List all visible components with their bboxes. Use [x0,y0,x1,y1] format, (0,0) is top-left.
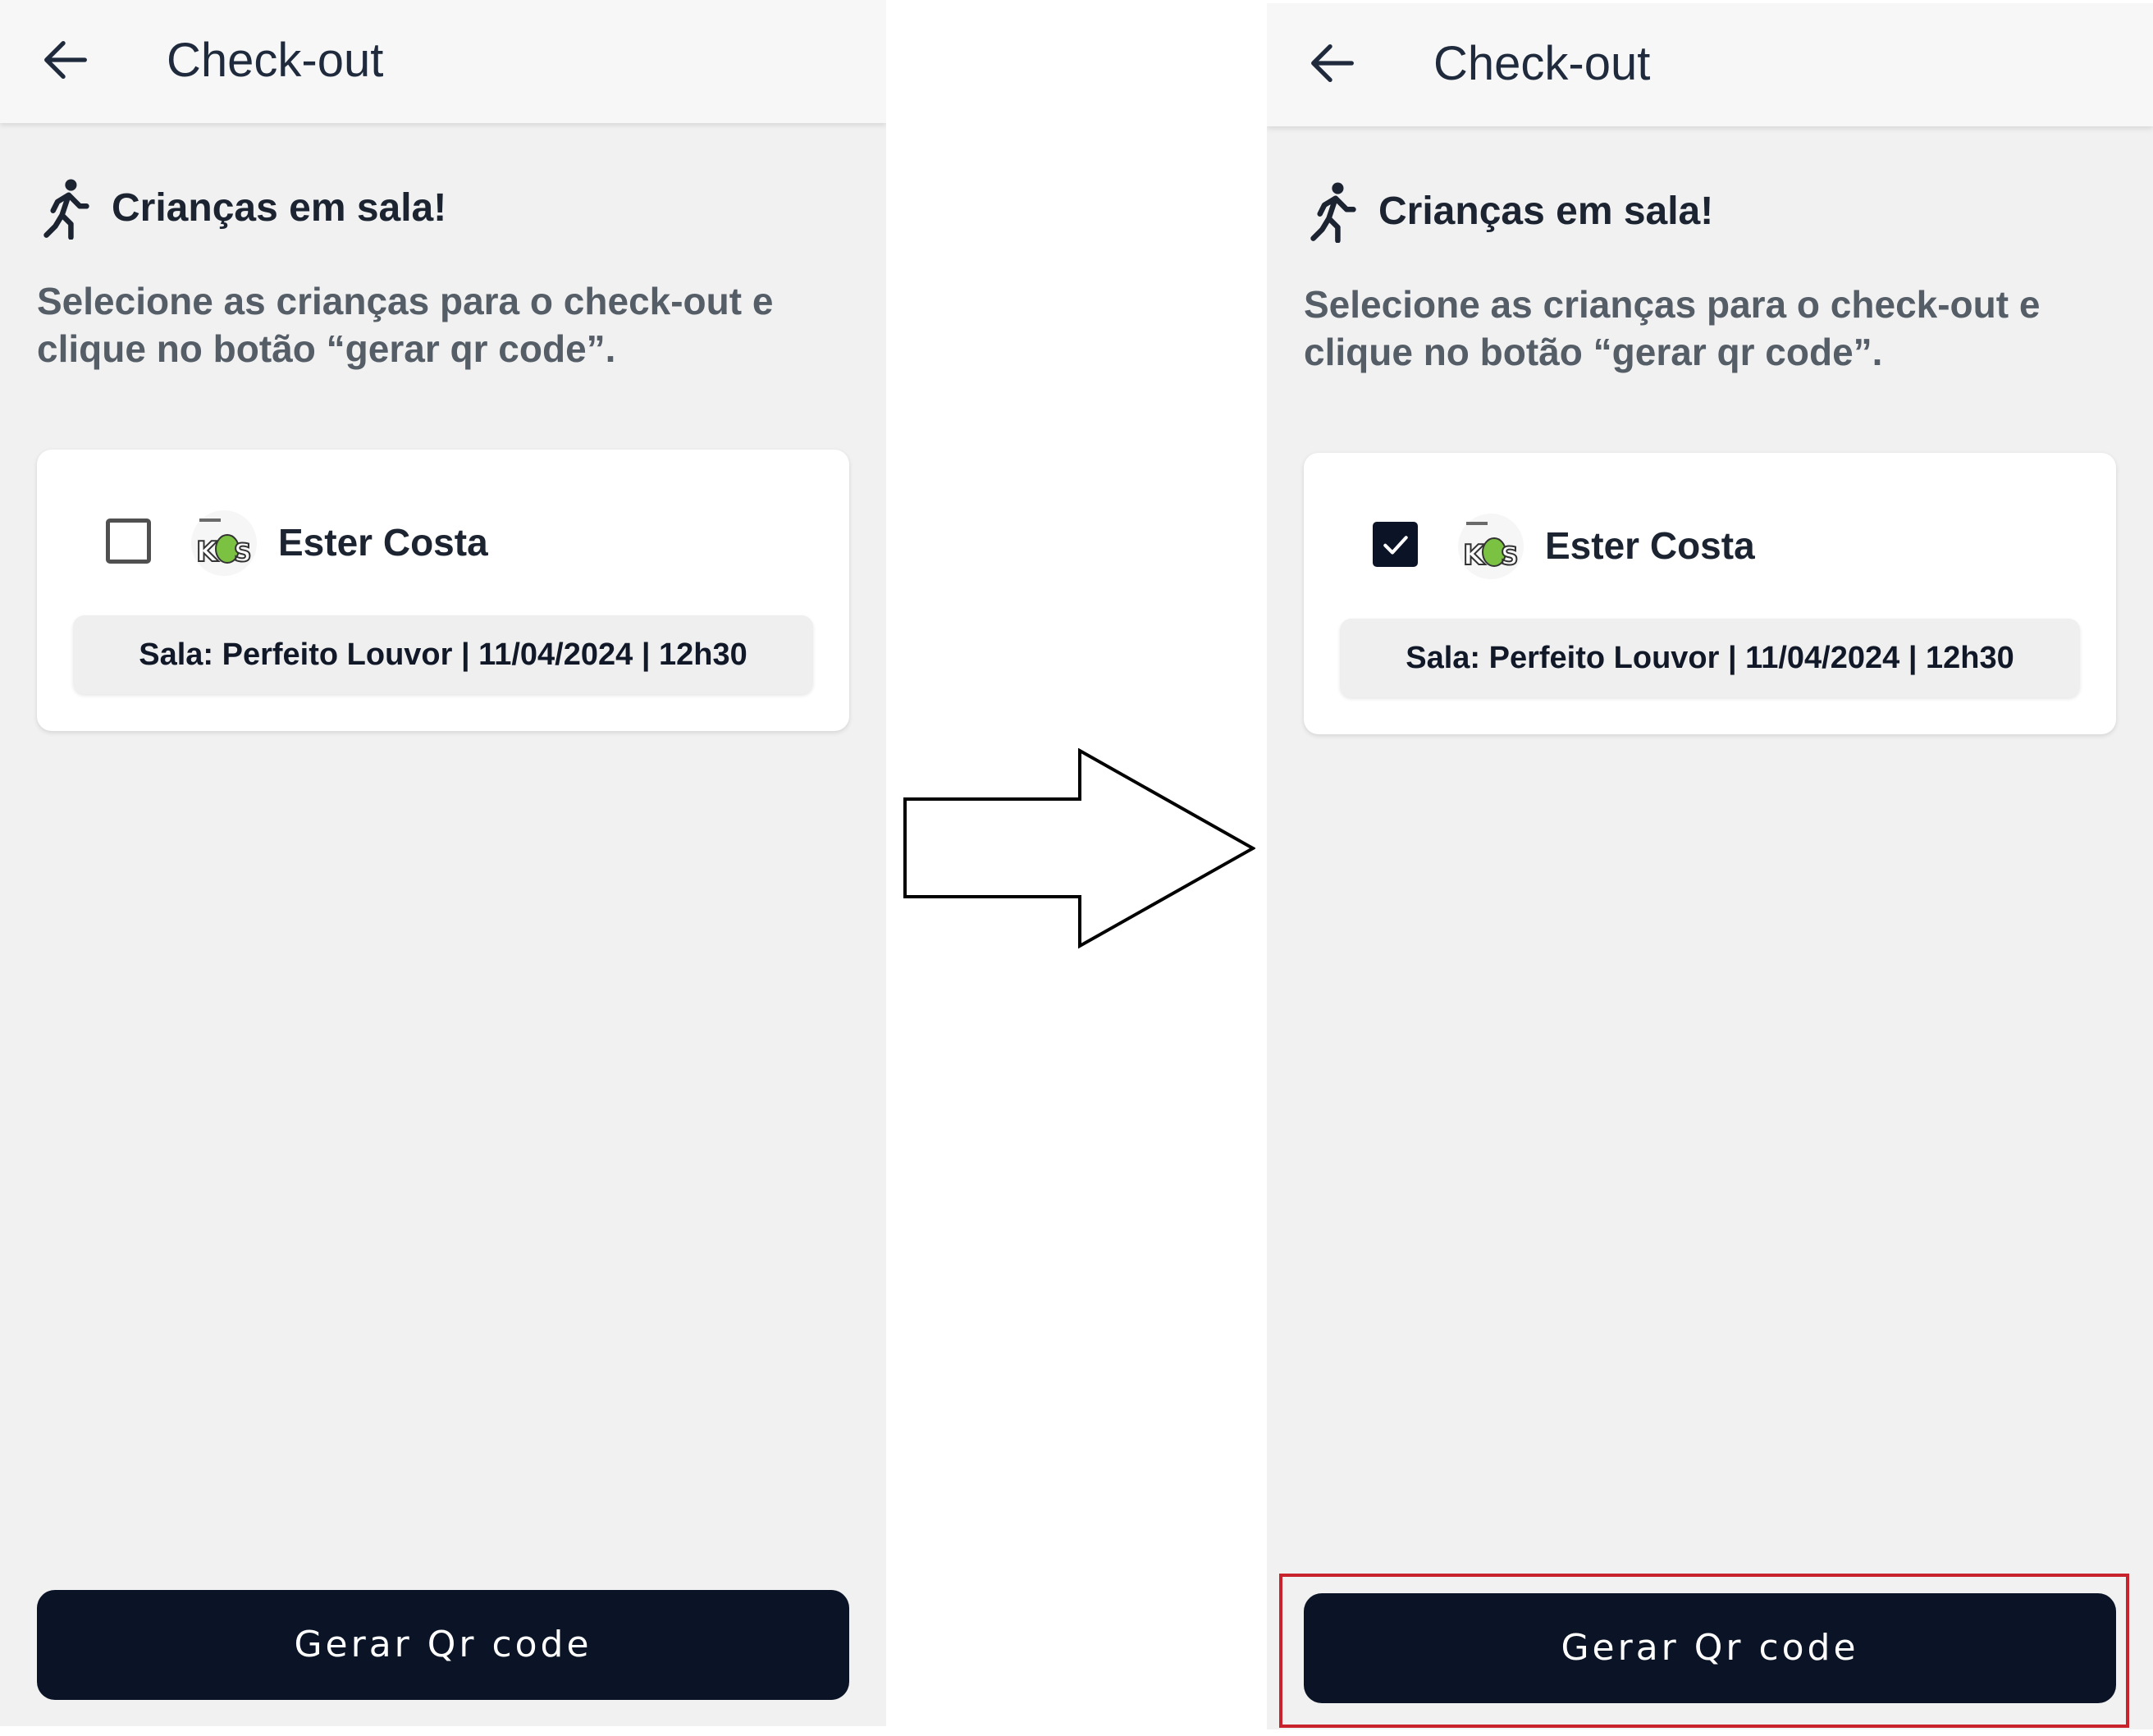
back-button[interactable] [1304,34,1361,92]
instructions-text: Selecione as crianças para o check-out e… [37,280,774,370]
avatar: K S [191,510,257,576]
walking-person-icon [1310,182,1356,243]
instructions-text: Selecione as crianças para o check-out e… [1304,283,2041,373]
checkmark-icon [1383,536,1408,555]
child-name: Ester Costa [278,521,488,564]
app-bar: Check-out [0,0,886,123]
child-card[interactable]: K S Ester Costa Sala: Perfeito Louvor | … [1304,453,2116,734]
child-checkbox[interactable] [1373,522,1418,567]
walking-person-icon [43,179,89,240]
room-info: Sala: Perfeito Louvor | 11/04/2024 | 12h… [1340,619,2080,697]
page-title: Check-out [1433,37,1651,90]
screen-after: Check-out Crianças em sala! Selecione as… [1267,3,2153,1729]
arrow-left-icon [44,40,87,80]
kids-logo-icon: K S [195,519,253,569]
right-arrow-icon [903,748,1255,949]
app-bar: Check-out [1267,3,2153,126]
room-info: Sala: Perfeito Louvor | 11/04/2024 | 12h… [73,615,813,694]
heading-text: Crianças em sala! [1378,190,1714,233]
arrow-left-icon [1311,43,1354,83]
generate-qr-button[interactable]: Gerar Qr code [37,1590,849,1700]
page-title: Check-out [167,34,384,87]
child-name: Ester Costa [1545,524,1755,567]
svg-text:S: S [1501,542,1519,571]
screen-before: Check-out Crianças em sala! Selecione as… [0,0,886,1726]
svg-text:S: S [234,539,252,568]
heading-text: Crianças em sala! [112,186,447,230]
child-checkbox[interactable] [106,519,151,564]
kids-logo-icon: K S [1462,522,1520,573]
back-button[interactable] [37,31,94,89]
avatar: K S [1458,514,1524,579]
highlight-box [1279,1574,2129,1728]
child-card[interactable]: K S Ester Costa Sala: Perfeito Louvor | … [37,450,849,731]
